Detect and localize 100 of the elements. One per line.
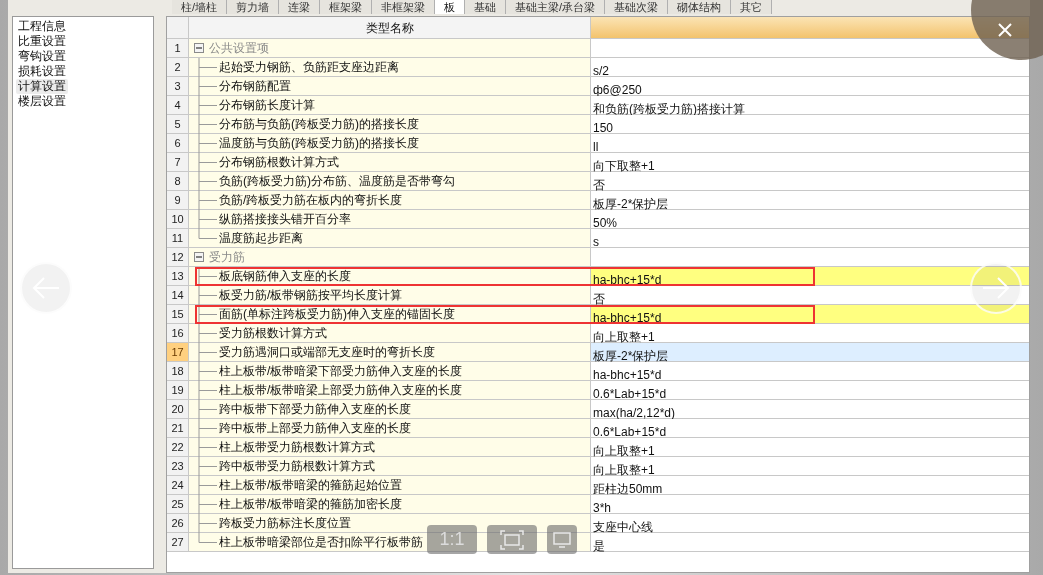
setting-value: 向上取整+1 <box>593 330 655 344</box>
row-number: 26 <box>167 514 189 532</box>
setting-value: max(ha/2,12*d) <box>593 406 676 420</box>
setting-value: 50% <box>593 216 618 230</box>
tab[interactable]: 剪力墙 <box>227 0 280 14</box>
tab[interactable]: 连梁 <box>279 0 321 14</box>
setting-value: ф6@250 <box>593 83 642 97</box>
row-number: 20 <box>167 400 189 418</box>
sidebar-item[interactable]: 楼层设置 <box>16 94 68 109</box>
setting-value: 3*h <box>593 501 612 515</box>
row-number: 25 <box>167 495 189 513</box>
setting-value: 距柱边50mm <box>593 482 663 496</box>
setting-value: ha-bhc+15*d <box>593 311 662 325</box>
setting-value: 150 <box>593 121 614 135</box>
setting-value: 支座中心线 <box>593 520 653 534</box>
setting-value: 0.6*Lab+15*d <box>593 425 667 439</box>
sidebar-item[interactable]: 工程信息 <box>16 19 68 34</box>
setting-name: 起始受力钢筋、负筋距支座边距离 <box>219 59 399 76</box>
setting-value: 否 <box>593 292 605 306</box>
row-number: 4 <box>167 96 189 114</box>
row-number: 10 <box>167 210 189 228</box>
setting-value: 向上取整+1 <box>593 463 655 477</box>
setting-value: ha-bhc+15*d <box>593 368 662 382</box>
row-number: 12 <box>167 248 189 266</box>
row-number: 23 <box>167 457 189 475</box>
row-number: 8 <box>167 172 189 190</box>
setting-name: 柱上板带暗梁部位是否扣除平行板带筋 <box>219 534 423 551</box>
tab[interactable]: 非框架梁 <box>372 0 436 14</box>
row-number: 27 <box>167 533 189 551</box>
row-number: 22 <box>167 438 189 456</box>
setting-value: 板厚-2*保护层 <box>593 197 669 211</box>
setting-name: 温度筋与负筋(跨板受力筋)的搭接长度 <box>219 135 419 152</box>
row-number: 19 <box>167 381 189 399</box>
sidebar-item[interactable]: 损耗设置 <box>16 64 68 79</box>
close-icon <box>997 22 1013 38</box>
setting-name: 面筋(单标注跨板受力筋)伸入支座的锚固长度 <box>219 306 455 323</box>
collapse-icon[interactable] <box>194 43 204 53</box>
row-number: 1 <box>167 39 189 57</box>
setting-name: 分布钢筋长度计算 <box>219 97 315 114</box>
setting-name: 分布筋与负筋(跨板受力筋)的搭接长度 <box>219 116 419 133</box>
setting-name: 柱上板带/板带暗梁下部受力筋伸入支座的长度 <box>219 363 463 380</box>
row-number: 7 <box>167 153 189 171</box>
setting-name: 受力筋根数计算方式 <box>219 325 327 342</box>
setting-name: 柱上板带/板带暗梁的箍筋起始位置 <box>219 477 403 494</box>
setting-value: 否 <box>593 178 605 192</box>
row-number: 24 <box>167 476 189 494</box>
sidebar-item[interactable]: 弯钩设置 <box>16 49 68 64</box>
value-cell[interactable]: 板厚-2*保护层 <box>591 343 1029 361</box>
row-number: 2 <box>167 58 189 76</box>
value-cell[interactable]: ha-bhc+15*d <box>591 267 1029 285</box>
row-number: 3 <box>167 77 189 95</box>
row-number: 16 <box>167 324 189 342</box>
column-header: 类型名称 <box>189 17 591 38</box>
fit-window-button[interactable] <box>487 525 537 554</box>
frame-icon <box>500 529 524 550</box>
group-name: 受力筋 <box>209 249 245 266</box>
row-number: 14 <box>167 286 189 304</box>
setting-value: 是 <box>593 539 605 553</box>
setting-name: 负筋(跨板受力筋)分布筋、温度筋是否带弯勾 <box>219 173 455 190</box>
setting-name: 负筋/跨板受力筋在板内的弯折长度 <box>219 192 403 209</box>
tab[interactable]: 基础主梁/承台梁 <box>506 0 606 14</box>
tab[interactable]: 框架梁 <box>320 0 373 14</box>
setting-name: 板底钢筋伸入支座的长度 <box>219 268 351 285</box>
setting-name: 分布钢筋根数计算方式 <box>219 154 339 171</box>
row-number: 11 <box>167 229 189 247</box>
setting-name: 跨中板带上部受力筋伸入支座的长度 <box>219 420 411 437</box>
setting-name: 柱上板带/板带暗梁的箍筋加密长度 <box>219 496 403 513</box>
row-number: 5 <box>167 115 189 133</box>
setting-name: 柱上板带受力筋根数计算方式 <box>219 439 375 456</box>
group-name: 公共设置项 <box>209 40 269 57</box>
tab[interactable]: 基础 <box>465 0 507 14</box>
setting-name: 纵筋搭接接头错开百分率 <box>219 211 351 228</box>
setting-value: 向上取整+1 <box>593 444 655 458</box>
setting-name: 板受力筋/板带钢筋按平均长度计算 <box>219 287 403 304</box>
tab[interactable]: 柱/墙柱 <box>172 0 228 14</box>
tab[interactable]: 砌体结构 <box>668 0 732 14</box>
setting-name: 温度筋起步距离 <box>219 230 303 247</box>
row-number: 9 <box>167 191 189 209</box>
setting-value: s/2 <box>593 64 609 78</box>
setting-value: ll <box>593 140 599 154</box>
row-number: 15 <box>167 305 189 323</box>
value-cell[interactable]: ha-bhc+15*d <box>591 305 1029 323</box>
tab[interactable]: 基础次梁 <box>605 0 669 14</box>
row-number: 13 <box>167 267 189 285</box>
tab[interactable]: 其它 <box>731 0 773 14</box>
setting-value: 板厚-2*保护层 <box>593 349 669 363</box>
setting-name: 分布钢筋配置 <box>219 78 291 95</box>
setting-value: s <box>593 235 599 249</box>
collapse-icon[interactable] <box>194 252 204 262</box>
setting-name: 柱上板带/板带暗梁上部受力筋伸入支座的长度 <box>219 382 463 399</box>
row-number: 18 <box>167 362 189 380</box>
sidebar-item[interactable]: 比重设置 <box>16 34 68 49</box>
sidebar-item[interactable]: 计算设置 <box>16 79 68 94</box>
setting-value: 0.6*Lab+15*d <box>593 387 667 401</box>
row-number: 6 <box>167 134 189 152</box>
setting-name: 跨板受力筋标注长度位置 <box>219 515 351 532</box>
setting-name: 受力筋遇洞口或端部无支座时的弯折长度 <box>219 344 435 361</box>
tab[interactable]: 板 <box>435 0 466 14</box>
setting-name: 跨中板带下部受力筋伸入支座的长度 <box>219 401 411 418</box>
setting-name: 跨中板带受力筋根数计算方式 <box>219 458 375 475</box>
